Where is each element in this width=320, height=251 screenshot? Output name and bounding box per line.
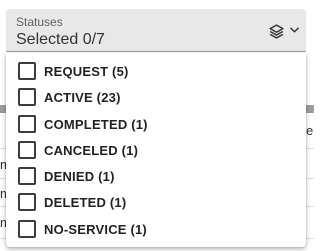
option-label: CANCELED (1) [44,143,139,158]
status-filter-select[interactable]: Statuses Selected 0/7 [6,9,306,52]
status-filter-value: Selected 0/7 [16,31,105,48]
option-label: COMPLETED (1) [44,117,148,132]
status-option-active[interactable]: ACTIVE (23) [6,84,306,110]
option-checkbox[interactable] [18,220,36,238]
option-label: REQUEST (5) [44,64,129,79]
status-option-no-service[interactable]: NO-SERVICE (1) [6,216,306,242]
status-option-denied[interactable]: DENIED (1) [6,163,306,189]
option-checkbox[interactable] [18,167,36,185]
status-option-completed[interactable]: COMPLETED (1) [6,111,306,137]
status-filter-label: Statuses [16,15,63,29]
option-label: DENIED (1) [44,169,115,184]
option-label: DELETED (1) [44,195,127,210]
option-checkbox[interactable] [18,115,36,133]
status-option-deleted[interactable]: DELETED (1) [6,189,306,215]
option-label: ACTIVE (23) [44,90,121,105]
option-checkbox[interactable] [18,62,36,80]
option-checkbox[interactable] [18,88,36,106]
status-options-menu: REQUEST (5) ACTIVE (23) COMPLETED (1) CA… [6,53,306,247]
option-checkbox[interactable] [18,141,36,159]
layers-icon[interactable] [268,23,285,40]
option-label: NO-SERVICE (1) [44,222,147,237]
status-option-request[interactable]: REQUEST (5) [6,58,306,84]
chevron-down-icon[interactable] [290,27,299,33]
status-option-canceled[interactable]: CANCELED (1) [6,137,306,163]
option-checkbox[interactable] [18,193,36,211]
background-header-fragment: e [306,123,314,138]
